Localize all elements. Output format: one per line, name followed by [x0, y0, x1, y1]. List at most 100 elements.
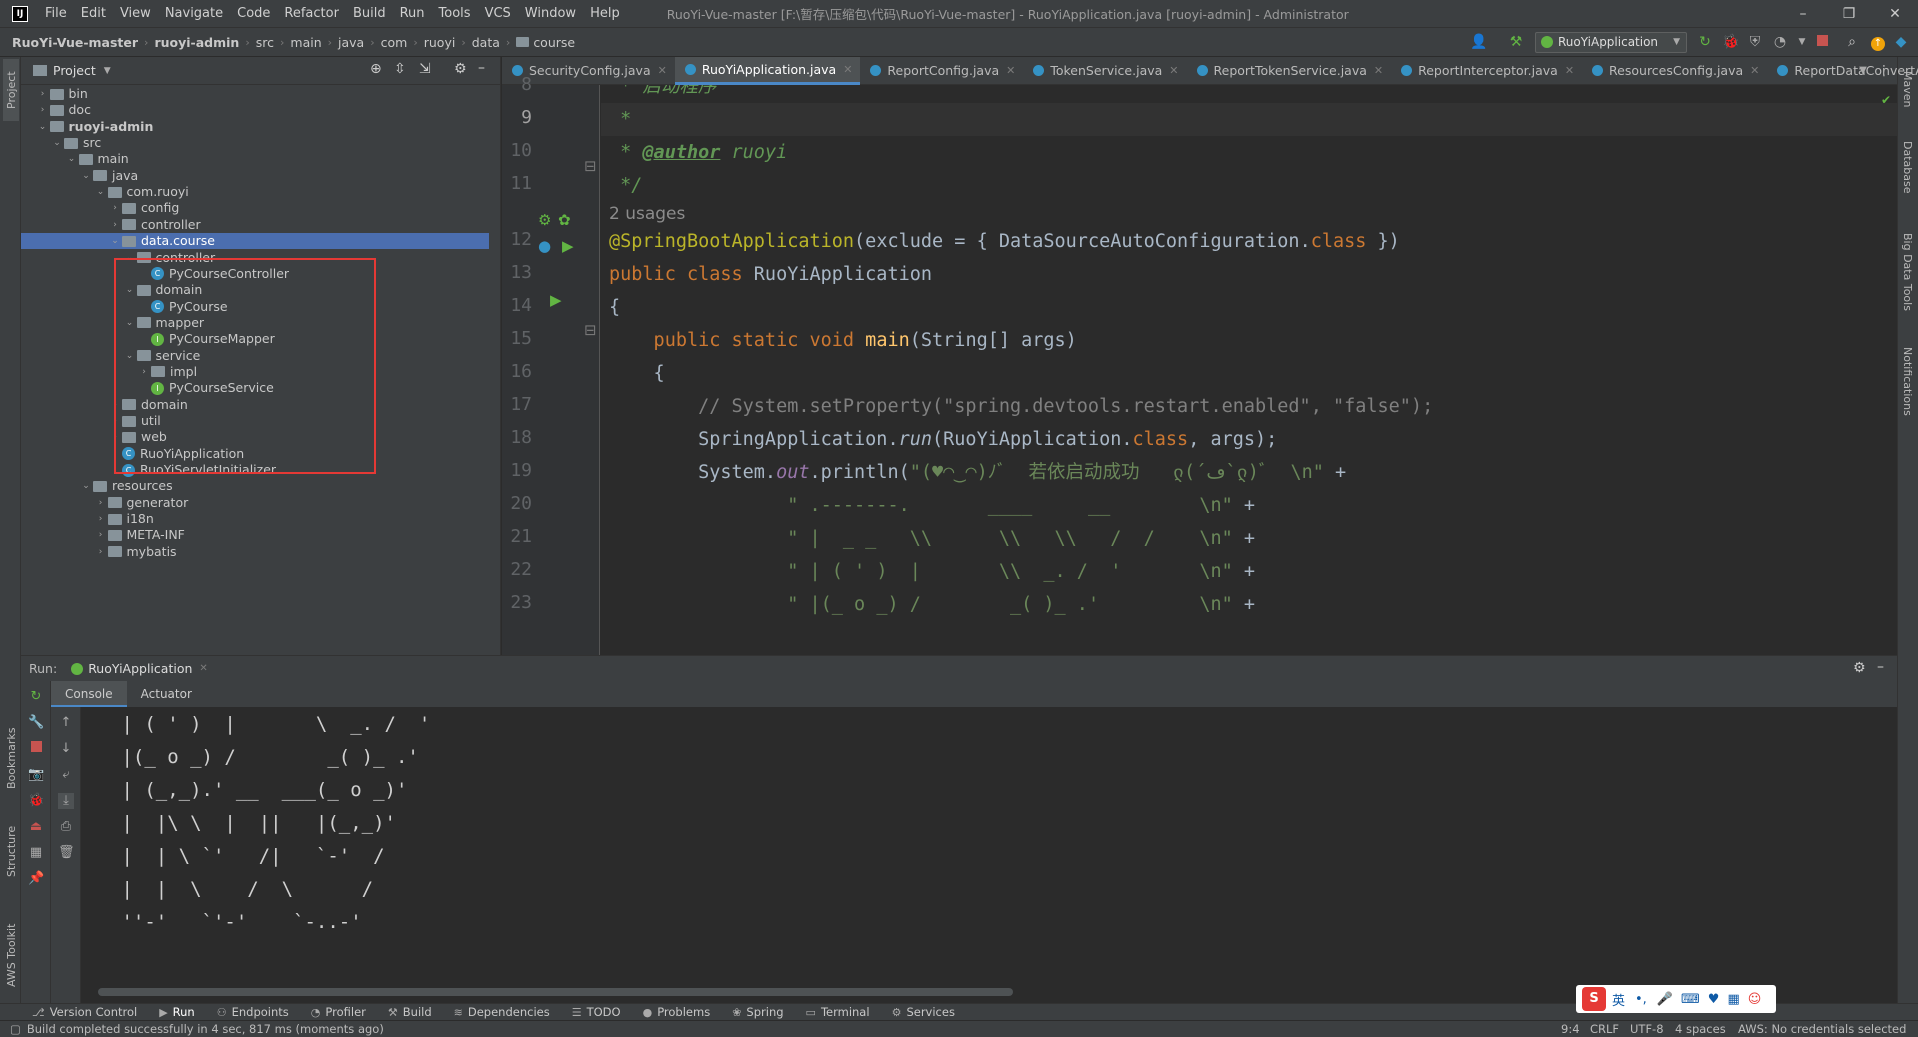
- menu-help[interactable]: Help: [583, 6, 627, 21]
- exit-icon[interactable]: ⏏: [28, 819, 44, 835]
- rerun-icon[interactable]: ↻: [28, 689, 44, 705]
- jetbrains-ai-icon[interactable]: ◆: [1893, 34, 1909, 50]
- breadcrumb-data[interactable]: data: [472, 35, 500, 50]
- tree-item-meta-inf[interactable]: › META-INF: [21, 527, 489, 543]
- user-icon[interactable]: 👤: [1470, 34, 1487, 50]
- scroll-down-icon[interactable]: ↓: [58, 741, 74, 757]
- collapse-all-icon[interactable]: ⇲: [419, 61, 431, 77]
- close-icon[interactable]: ✕: [199, 663, 207, 674]
- search-icon[interactable]: ⌕: [1844, 34, 1860, 50]
- expand-all-icon[interactable]: ⇳: [394, 61, 406, 77]
- locate-icon[interactable]: ⊕: [370, 61, 382, 77]
- tree-item-mybatis[interactable]: › mybatis: [21, 544, 489, 560]
- tree-item-java[interactable]: ⌄ java: [21, 168, 489, 184]
- build-hammer-icon[interactable]: ⚒: [1508, 34, 1524, 50]
- tree-item-data-course[interactable]: ⌄ data.course: [21, 233, 489, 250]
- editor-tab-reportconfig-java[interactable]: ReportConfig.java ✕: [860, 57, 1023, 85]
- tree-item-config[interactable]: › config: [21, 200, 489, 216]
- trash-icon[interactable]: 🗑: [58, 845, 75, 861]
- close-tab-icon[interactable]: ✕: [658, 64, 667, 77]
- chevron-right-icon[interactable]: ›: [36, 86, 50, 102]
- hide-panel-icon[interactable]: –: [1877, 659, 1884, 675]
- caret-position[interactable]: 9:4: [1561, 1022, 1580, 1036]
- wrench-icon[interactable]: 🔧: [28, 715, 44, 731]
- spring-bean-icon[interactable]: ⚙: [538, 211, 551, 229]
- ime-toolbar[interactable]: S 英 •, 🎤 ⌨ ♥ ▦ ☺: [1576, 985, 1776, 1013]
- close-tab-icon[interactable]: ✕: [1374, 64, 1383, 77]
- breadcrumb-com[interactable]: com: [381, 35, 408, 50]
- run-config-tab[interactable]: RuoYiApplication: [88, 661, 192, 676]
- chevron-down-icon[interactable]: ⌄: [65, 151, 79, 167]
- scroll-up-icon[interactable]: ↑: [58, 715, 74, 731]
- soft-wrap-icon[interactable]: ⤶: [58, 767, 74, 783]
- fold-icon[interactable]: ⊟: [584, 157, 597, 175]
- close-tab-icon[interactable]: ✕: [1750, 64, 1759, 77]
- menu-navigate[interactable]: Navigate: [158, 6, 230, 21]
- close-tab-icon[interactable]: ✕: [1006, 64, 1015, 77]
- aws-toolkit-label[interactable]: AWS Toolkit: [5, 924, 18, 987]
- big-data-tools-label[interactable]: Big Data Tools: [1901, 233, 1914, 311]
- run-configuration-select[interactable]: RuoYiApplication ▼: [1535, 32, 1687, 53]
- chevron-down-icon[interactable]: ⌄: [50, 135, 64, 151]
- bottom-tool-problems[interactable]: ● Problems: [643, 1005, 711, 1019]
- breadcrumb-java[interactable]: java: [338, 35, 364, 50]
- skin-icon[interactable]: ♥: [1708, 992, 1720, 1007]
- notifications-label[interactable]: Notifications: [1901, 347, 1914, 416]
- toolbox-icon[interactable]: ▦: [1727, 992, 1739, 1007]
- bottom-tool-terminal[interactable]: ▭ Terminal: [806, 1005, 870, 1019]
- tree-item-doc[interactable]: › doc: [21, 102, 489, 118]
- editor-tab-reportdataconvertac[interactable]: ReportDataConvertAc: [1767, 57, 1918, 85]
- menu-code[interactable]: Code: [230, 6, 277, 21]
- stop-icon[interactable]: [1814, 34, 1830, 50]
- update-icon[interactable]: ↑: [1870, 34, 1886, 51]
- gear-icon[interactable]: ⚙: [454, 61, 467, 77]
- minimize-button[interactable]: –: [1780, 0, 1826, 28]
- keyboard-icon[interactable]: ⌨: [1681, 992, 1700, 1007]
- tree-item-ruoyi-admin[interactable]: ⌄ ruoyi-admin: [21, 119, 489, 135]
- chevron-down-icon[interactable]: ▼: [104, 66, 111, 76]
- chevron-right-icon[interactable]: ›: [94, 511, 108, 527]
- chevron-down-icon[interactable]: ▼: [1855, 63, 1871, 79]
- tree-item-i18n[interactable]: › i18n: [21, 511, 489, 527]
- breadcrumb-ruoyi-admin[interactable]: ruoyi-admin: [154, 35, 239, 50]
- profile-icon[interactable]: ◔: [1772, 34, 1788, 50]
- chevron-down-icon[interactable]: ⌄: [36, 119, 50, 135]
- menu-run[interactable]: Run: [393, 6, 432, 21]
- tree-item-main[interactable]: ⌄ main: [21, 151, 489, 167]
- tree-item-com-ruoyi[interactable]: ⌄ com.ruoyi: [21, 184, 489, 200]
- menu-refactor[interactable]: Refactor: [277, 6, 346, 21]
- bottom-tool-todo[interactable]: ☰ TODO: [572, 1005, 621, 1019]
- gear-icon[interactable]: ⚙: [1853, 660, 1866, 676]
- status-message[interactable]: Build completed successfully in 4 sec, 8…: [27, 1022, 384, 1036]
- chevron-right-icon[interactable]: ›: [108, 200, 122, 216]
- editor-tab-reporttokenservice-java[interactable]: ReportTokenService.java ✕: [1187, 57, 1392, 85]
- code-editor[interactable]: * 启动程序 * * @author ruoyi */ 2 usages @Sp…: [601, 85, 1897, 655]
- microphone-icon[interactable]: 🎤: [1657, 992, 1673, 1007]
- scroll-to-end-icon[interactable]: ⤓: [58, 793, 74, 809]
- breadcrumb-ruoyi[interactable]: ruoyi: [424, 35, 456, 50]
- editor-tab-reportinterceptor-java[interactable]: ReportInterceptor.java ✕: [1391, 57, 1582, 85]
- bottom-tool-spring[interactable]: ❀ Spring: [732, 1005, 783, 1019]
- project-tool-label[interactable]: Project: [5, 71, 18, 109]
- editor-tab-ruoyiapplication-java[interactable]: RuoYiApplication.java ✕: [674, 56, 861, 85]
- project-panel-title[interactable]: Project: [53, 63, 96, 78]
- inspection-ok-icon[interactable]: ✔: [1881, 93, 1891, 107]
- close-tab-icon[interactable]: ✕: [1565, 64, 1574, 77]
- print-icon[interactable]: ⎙: [58, 819, 74, 835]
- breadcrumb-course[interactable]: course: [516, 35, 575, 50]
- stop-icon[interactable]: [28, 741, 44, 757]
- bottom-tool-endpoints[interactable]: ⚇ Endpoints: [217, 1005, 289, 1019]
- bottom-tool-run[interactable]: ▶ Run: [159, 1005, 195, 1019]
- ime-language[interactable]: 英: [1612, 990, 1625, 1009]
- menu-window[interactable]: Window: [518, 6, 583, 21]
- close-tab-icon[interactable]: ✕: [843, 63, 852, 76]
- more-run-options-icon[interactable]: ▼: [1794, 34, 1810, 50]
- chevron-down-icon[interactable]: ⌄: [79, 168, 93, 184]
- database-tool-label[interactable]: Database: [1901, 141, 1914, 194]
- tree-item-src[interactable]: ⌄ src: [21, 135, 489, 151]
- run-gutter-icon[interactable]: ▶: [562, 237, 574, 255]
- close-window-button[interactable]: ✕: [1872, 0, 1918, 28]
- punctuation-icon[interactable]: •,: [1635, 992, 1647, 1007]
- rerun-icon[interactable]: ↻: [1697, 34, 1713, 50]
- file-encoding[interactable]: UTF-8: [1630, 1022, 1664, 1036]
